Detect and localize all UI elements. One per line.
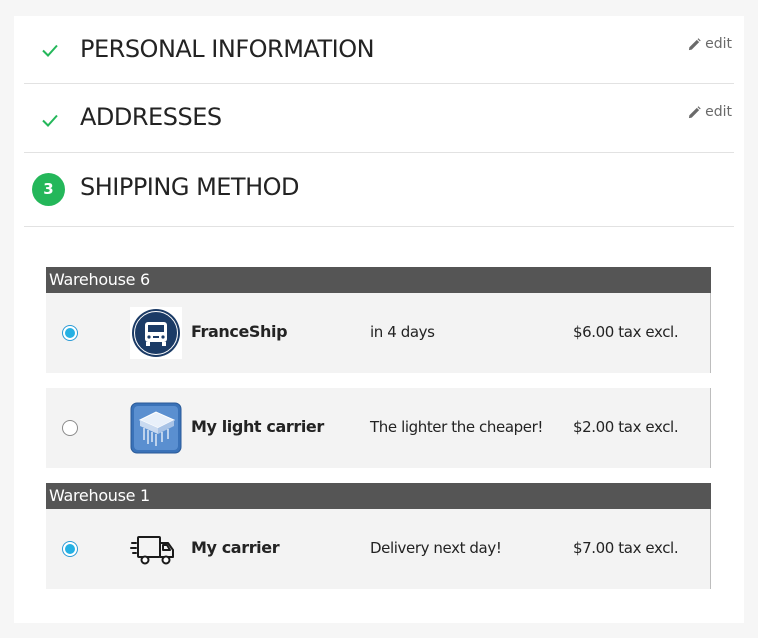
carrier-radio[interactable]	[62, 420, 78, 436]
pencil-icon	[689, 37, 701, 50]
carrier-price: $6.00 tax excl.	[573, 323, 679, 341]
edit-link[interactable]: edit	[688, 104, 732, 120]
carrier-price: $2.00 tax excl.	[573, 418, 679, 436]
light-carrier-logo-icon	[130, 402, 182, 454]
checkmark-icon	[42, 114, 58, 127]
carrier-radio[interactable]	[62, 325, 78, 341]
carrier-radio[interactable]	[62, 541, 78, 557]
checkout-card: PERSONAL INFORMATION edit ADDRESSES edit…	[14, 16, 744, 623]
carrier-option[interactable]: My carrier Delivery next day! $7.00 tax …	[46, 509, 711, 589]
edit-link[interactable]: edit	[688, 36, 732, 52]
checkmark-icon	[42, 44, 58, 57]
carrier-name: My carrier	[191, 538, 280, 557]
edit-label: edit	[705, 104, 732, 120]
carrier-name: My light carrier	[191, 417, 324, 436]
step-title: ADDRESSES	[80, 103, 222, 131]
carrier-delay: The lighter the cheaper!	[370, 418, 543, 436]
carrier-price: $7.00 tax excl.	[573, 539, 679, 557]
bus-badge-icon	[130, 307, 182, 359]
carrier-name: FranceShip	[191, 322, 288, 341]
carrier-delay: Delivery next day!	[370, 539, 502, 557]
step-shipping-method: 3 SHIPPING METHOD	[24, 153, 734, 227]
step-title: PERSONAL INFORMATION	[80, 35, 375, 63]
step-title: SHIPPING METHOD	[80, 173, 300, 201]
warehouse-header: Warehouse 6	[46, 267, 711, 293]
warehouse-header: Warehouse 1	[46, 483, 711, 509]
carrier-delay: in 4 days	[370, 323, 435, 341]
carrier-option[interactable]: My light carrier The lighter the cheaper…	[46, 388, 711, 468]
step-number-badge: 3	[32, 173, 65, 206]
step-addresses[interactable]: ADDRESSES edit	[24, 84, 734, 153]
delivery-truck-icon	[130, 536, 174, 565]
pencil-icon	[689, 105, 701, 118]
edit-label: edit	[705, 36, 732, 52]
carrier-option[interactable]: FranceShip in 4 days $6.00 tax excl.	[46, 293, 711, 373]
step-personal-information[interactable]: PERSONAL INFORMATION edit	[24, 16, 734, 84]
